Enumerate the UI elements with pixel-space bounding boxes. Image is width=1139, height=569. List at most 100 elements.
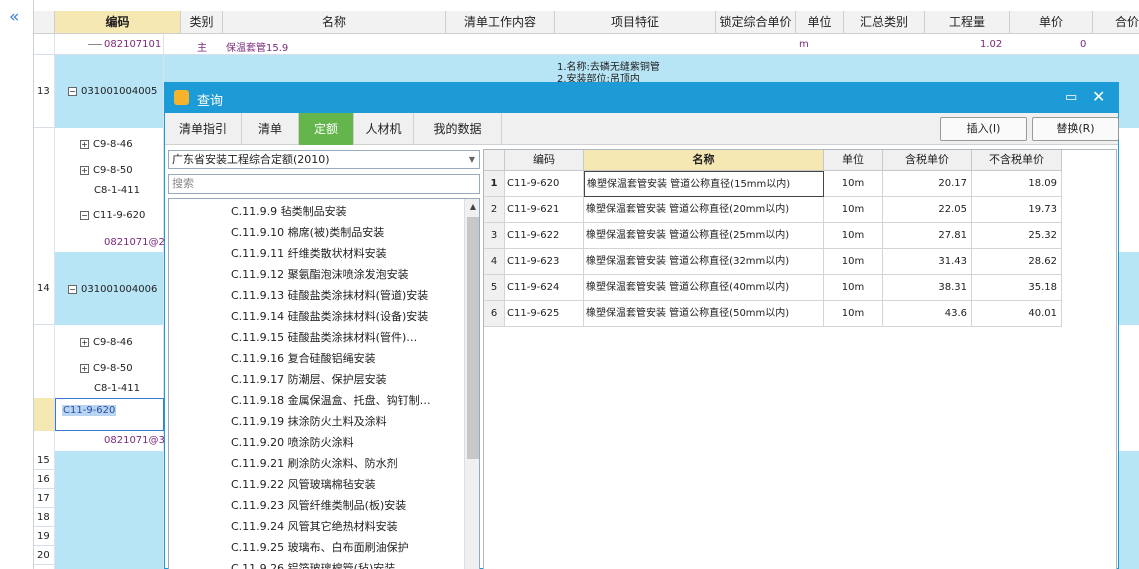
grid-cell-notax[interactable]: 35.18	[972, 275, 1062, 301]
grid-header-tax-price[interactable]: 含税单价	[883, 150, 972, 171]
grid-cell-num[interactable]: 5	[484, 275, 505, 301]
grid-header-unit[interactable]: 单位	[824, 150, 883, 171]
grid-cell-num[interactable]: 6	[484, 301, 505, 327]
col-header-total[interactable]: 合价	[1093, 11, 1139, 34]
tree-item[interactable]: C.11.9.19 抹涂防火土料及涂料	[231, 413, 387, 429]
grid-cell-code[interactable]: C11-9-625	[505, 301, 584, 327]
grid-cell-code[interactable]: C11-9-623	[505, 249, 584, 275]
grid-cell-notax[interactable]: 25.32	[972, 223, 1062, 249]
col-header-quantity[interactable]: 工程量	[925, 11, 1010, 34]
grid-cell-tax[interactable]: 31.43	[883, 249, 972, 275]
tree-item[interactable]: C.11.9.12 聚氨酯泡沫喷涂发泡安装	[231, 266, 409, 282]
row14-child[interactable]: C8-1-411	[94, 383, 140, 394]
grid-cell-num[interactable]: 2	[484, 197, 505, 223]
tree-item[interactable]: C.11.9.26 铝箔玻璃棉管(毡)安装	[231, 560, 395, 569]
tree-item[interactable]: C.11.9.18 金属保温盒、托盘、钩钉制…	[231, 392, 431, 408]
expand-icon[interactable]: +	[80, 337, 89, 347]
row0-price[interactable]: 0	[1080, 39, 1086, 50]
row13-code[interactable]: −031001004005	[68, 86, 157, 97]
tree-item[interactable]: C.11.9.13 硅酸盐类涂抹材料(管道)安装	[231, 287, 428, 303]
row0-code[interactable]: 082107101	[104, 39, 161, 50]
grid-cell-name[interactable]: 橡塑保温套管安装 管道公称直径(40mm以内)	[584, 275, 824, 301]
expand-icon[interactable]: +	[80, 363, 89, 373]
tree-item[interactable]: C.11.9.10 棉席(被)类制品安装	[231, 224, 384, 240]
close-icon[interactable]: ✕	[1092, 87, 1105, 106]
tree-item[interactable]: C.11.9.16 复合硅酸铝绳安装	[231, 350, 376, 366]
scroll-thumb[interactable]	[467, 217, 479, 459]
grid-cell-code[interactable]: C11-9-622	[505, 223, 584, 249]
col-header-unit[interactable]: 单位	[796, 11, 844, 34]
row13-child[interactable]: 0821071@2	[104, 237, 165, 248]
tab-list[interactable]: 清单	[242, 113, 299, 145]
code-edit-field[interactable]: C11-9-620	[55, 398, 164, 431]
col-header-locked-price[interactable]: 锁定综合单价	[716, 11, 796, 34]
col-header-code[interactable]: 编码	[55, 11, 181, 34]
grid-cell-code[interactable]: C11-9-624	[505, 275, 584, 301]
grid-cell-notax[interactable]: 28.62	[972, 249, 1062, 275]
expand-icon[interactable]: +	[80, 139, 89, 149]
grid-cell-code[interactable]: C11-9-621	[505, 197, 584, 223]
dropdown-arrow-icon[interactable]: ▼	[469, 151, 475, 168]
grid-cell-unit[interactable]: 10m	[824, 223, 883, 249]
tree-item[interactable]: C.11.9.23 风管纤维类制品(板)安装	[231, 497, 406, 513]
grid-cell-num[interactable]: 4	[484, 249, 505, 275]
grid-cell-name[interactable]: 橡塑保温套管安装 管道公称直径(50mm以内)	[584, 301, 824, 327]
col-header-work-content[interactable]: 清单工作内容	[446, 11, 555, 34]
grid-cell-tax[interactable]: 38.31	[883, 275, 972, 301]
maximize-icon[interactable]: ▭	[1065, 90, 1077, 105]
row13-child[interactable]: + C9-8-46	[80, 139, 133, 150]
row0-qty[interactable]: 1.02	[980, 39, 1002, 50]
collapse-icon[interactable]: −	[68, 86, 77, 96]
grid-cell-unit[interactable]: 10m	[824, 275, 883, 301]
grid-header-notax-price[interactable]: 不含税单价	[972, 150, 1062, 171]
row14-child[interactable]: + C9-8-46	[80, 337, 133, 348]
expand-icon[interactable]: +	[80, 165, 89, 175]
replace-button[interactable]: 替换(R)	[1032, 117, 1119, 141]
grid-cell-unit[interactable]: 10m	[824, 197, 883, 223]
tree-item[interactable]: C.11.9.9 毡类制品安装	[231, 203, 347, 219]
scroll-up-icon[interactable]: ▲	[465, 199, 479, 215]
quota-tree[interactable]: ▲ C.11.9.9 毡类制品安装 C.11.9.10 棉席(被)类制品安装 C.1…	[168, 198, 480, 569]
row0-name[interactable]: 保温套管15.9	[226, 39, 288, 54]
row13-child[interactable]: C8-1-411	[94, 185, 140, 196]
tab-list-guide[interactable]: 清单指引	[165, 113, 242, 145]
quota-library-select[interactable]: 广东省安装工程综合定额(2010) ▼	[168, 150, 480, 169]
grid-cell-num[interactable]: 1	[484, 171, 505, 197]
grid-cell-tax[interactable]: 22.05	[883, 197, 972, 223]
row13-child[interactable]: − C11-9-620	[80, 210, 145, 221]
tab-my-data[interactable]: 我的数据	[414, 113, 502, 145]
grid-cell-name[interactable]: 橡塑保温套管安装 管道公称直径(20mm以内)	[584, 197, 824, 223]
tree-item[interactable]: C.11.9.15 硅酸盐类涂抹材料(管件)…	[231, 329, 417, 345]
col-header-summary-type[interactable]: 汇总类别	[844, 11, 925, 34]
grid-cell-name[interactable]: 橡塑保温套管安装 管道公称直径(25mm以内)	[584, 223, 824, 249]
row14-child[interactable]: 0821071@3	[104, 435, 165, 446]
dialog-titlebar[interactable]: 查询 ▭ ✕	[165, 83, 1118, 113]
grid-cell-notax[interactable]: 19.73	[972, 197, 1062, 223]
grid-cell-unit[interactable]: 10m	[824, 249, 883, 275]
collapse-icon[interactable]: −	[80, 210, 89, 220]
grid-cell-code[interactable]: C11-9-620	[505, 171, 584, 197]
grid-header-name[interactable]: 名称	[584, 150, 824, 171]
tree-item[interactable]: C.11.9.11 纤维类散状材料安装	[231, 245, 387, 261]
tree-scrollbar[interactable]: ▲	[464, 199, 479, 569]
tree-item[interactable]: C.11.9.17 防潮层、保护层安装	[231, 371, 387, 387]
tree-item[interactable]: C.11.9.14 硅酸盐类涂抹材料(设备)安装	[231, 308, 428, 324]
grid-cell-name[interactable]: 橡塑保温套管安装 管道公称直径(32mm以内)	[584, 249, 824, 275]
col-header-unit-price[interactable]: 单价	[1010, 11, 1093, 34]
grid-header-code[interactable]: 编码	[505, 150, 584, 171]
row13-child[interactable]: + C9-8-50	[80, 165, 133, 176]
insert-button[interactable]: 插入(I)	[940, 117, 1027, 141]
tree-item[interactable]: C.11.9.22 风管玻璃棉毡安装	[231, 476, 376, 492]
grid-cell-notax[interactable]: 40.01	[972, 301, 1062, 327]
tab-labor-material[interactable]: 人材机	[354, 113, 414, 145]
grid-cell-tax[interactable]: 20.17	[883, 171, 972, 197]
collapse-icon[interactable]: −	[68, 284, 77, 294]
col-header-name[interactable]: 名称	[223, 11, 446, 34]
grid-cell-tax[interactable]: 27.81	[883, 223, 972, 249]
grid-cell-notax[interactable]: 18.09	[972, 171, 1062, 197]
search-input[interactable]: 搜索	[168, 174, 480, 194]
grid-cell-tax[interactable]: 43.6	[883, 301, 972, 327]
tree-item[interactable]: C.11.9.24 风管其它绝热材料安装	[231, 518, 398, 534]
tree-item[interactable]: C.11.9.20 喷涂防火涂料	[231, 434, 354, 450]
grid-cell-unit[interactable]: 10m	[824, 301, 883, 327]
